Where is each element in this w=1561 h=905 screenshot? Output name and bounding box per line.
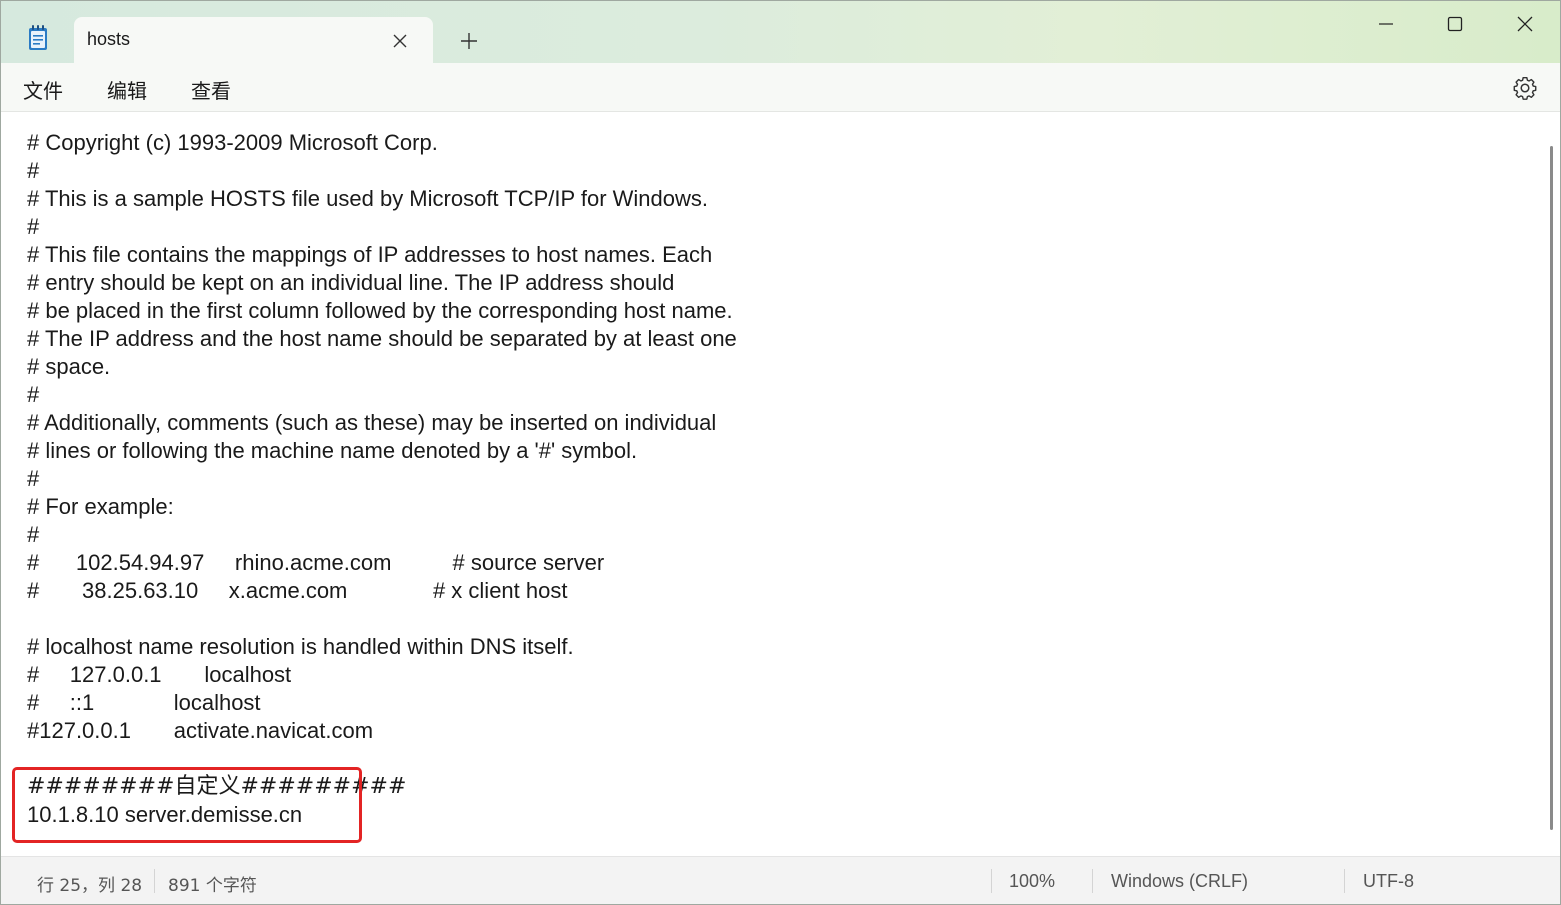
editor-line: # This file contains the mappings of IP … (27, 242, 713, 267)
vertical-scrollbar[interactable] (1547, 113, 1560, 856)
editor-line: # Copyright (c) 1993-2009 Microsoft Corp… (27, 130, 438, 155)
cursor-position: 行 25，列 28 (37, 876, 143, 896)
zoom-level[interactable]: 100% (1009, 871, 1055, 892)
editor-line: # (27, 522, 40, 547)
editor-line: # 102.54.94.97 rhino.acme.com # source s… (27, 550, 605, 575)
settings-button[interactable] (1512, 75, 1538, 101)
notepad-window: hosts 文件 编辑 查看 # Copyright (c) 1993-2009… (0, 0, 1561, 905)
editor-line: # Additionally, comments (such as these)… (27, 410, 717, 435)
minimize-icon (1379, 23, 1393, 25)
status-bar: 行 25，列 28 891 个字符 100% Windows (CRLF) UT… (1, 856, 1560, 904)
editor-line: # lines or following the machine name de… (27, 438, 638, 463)
editor-line: # (27, 382, 40, 407)
minimize-button[interactable] (1351, 1, 1421, 47)
maximize-button[interactable] (1420, 1, 1490, 47)
editor-line: # The IP address and the host name shoul… (27, 326, 737, 351)
close-tab-button[interactable] (386, 27, 414, 55)
close-icon (393, 34, 407, 48)
line-ending[interactable]: Windows (CRLF) (1111, 871, 1248, 892)
plus-icon (461, 33, 477, 49)
status-divider (991, 869, 992, 893)
text-editor[interactable]: # Copyright (c) 1993-2009 Microsoft Corp… (1, 113, 1547, 856)
menu-bar: 文件 编辑 查看 (1, 63, 1560, 112)
encoding[interactable]: UTF-8 (1363, 871, 1414, 892)
tab-title: hosts (87, 29, 131, 49)
title-bar: hosts (1, 1, 1560, 64)
new-tab-button[interactable] (455, 27, 483, 55)
editor-line: #127.0.0.1 activate.navicat.com (27, 718, 374, 743)
menu-view[interactable]: 查看 (191, 75, 231, 104)
editor-line: # 127.0.0.1 localhost (27, 662, 292, 687)
char-count: 891 个字符 (168, 876, 257, 896)
editor-line: # be placed in the first column followed… (27, 298, 733, 323)
menu-edit[interactable]: 编辑 (107, 75, 147, 104)
editor-line: # space. (27, 354, 111, 379)
editor-line: # 38.25.63.10 x.acme.com # x client host (27, 578, 568, 603)
tab-hosts[interactable]: hosts (74, 17, 433, 64)
editor-line: # ::1 localhost (27, 690, 261, 715)
editor-line: # (27, 214, 40, 239)
maximize-icon (1447, 16, 1463, 32)
notepad-icon (27, 25, 49, 51)
editor-line: # entry should be kept on an individual … (27, 270, 675, 295)
status-divider (154, 869, 155, 893)
status-divider (1092, 869, 1093, 893)
status-divider (1344, 869, 1345, 893)
editor-line: # This is a sample HOSTS file used by Mi… (27, 186, 709, 211)
close-window-button[interactable] (1490, 1, 1560, 47)
editor-line: # (27, 158, 40, 183)
scrollbar-thumb[interactable] (1550, 146, 1553, 830)
menu-file[interactable]: 文件 (23, 75, 63, 104)
gear-icon (1513, 77, 1537, 100)
close-icon (1517, 16, 1533, 32)
highlight-box (12, 767, 362, 843)
editor-line: # For example: (27, 494, 174, 519)
editor-line: # localhost name resolution is handled w… (27, 634, 574, 659)
editor-line: # (27, 466, 40, 491)
